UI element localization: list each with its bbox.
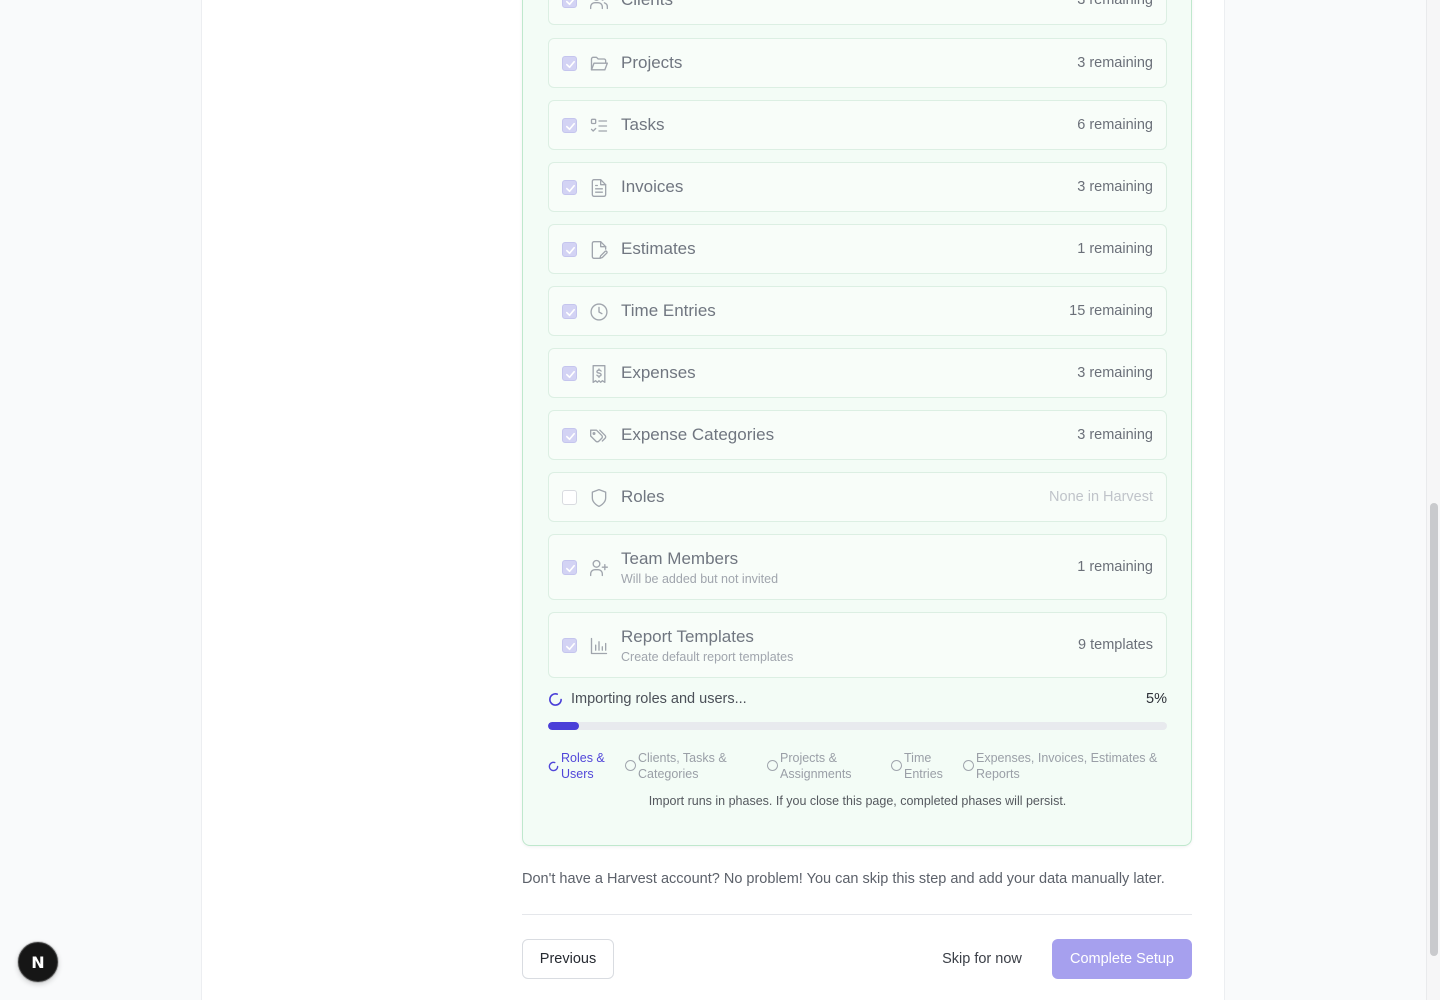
expense-categories-checkbox[interactable] [562,428,577,443]
import-item-count: 3 remaining [1077,0,1153,8]
clock-icon [589,302,609,322]
import-item-count: 3 remaining [1077,427,1153,443]
import-item-projects[interactable]: Projects 3 remaining [548,38,1167,88]
file-pen-icon [589,240,609,260]
file-text-icon [589,178,609,198]
import-item-count: 9 templates [1078,637,1153,653]
import-item-count: 1 remaining [1077,241,1153,257]
import-item-label: Expenses [621,363,696,382]
phase-label: Expenses, Invoices, Estimates & Reports [976,751,1158,781]
phase-pending-icon [767,760,778,771]
clients-checkbox[interactable] [562,0,577,8]
import-item-label: Clients [621,0,673,10]
phase-pending-icon [625,760,636,771]
projects-checkbox[interactable] [562,56,577,71]
time-entries-checkbox[interactable] [562,304,577,319]
folder-icon [589,54,609,74]
import-item-team-members[interactable]: Team Members Will be added but not invit… [548,534,1167,600]
progress-bar [548,722,1167,730]
import-item-expense-categories[interactable]: Expense Categories 3 remaining [548,410,1167,460]
import-item-label: Roles [621,487,665,506]
expenses-checkbox[interactable] [562,366,577,381]
import-item-expenses[interactable]: Expenses 3 remaining [548,348,1167,398]
list-checks-icon [589,116,609,136]
import-item-roles[interactable]: Roles None in Harvest [548,472,1167,522]
estimates-checkbox[interactable] [562,242,577,257]
import-item-label: Expense Categories [621,425,775,444]
import-percent: 5% [1146,691,1167,707]
import-item-count: 3 remaining [1077,365,1153,381]
import-item-sublabel: Create default report templates [621,650,794,664]
import-item-label: Projects [621,53,683,72]
progress-bar-fill [548,722,579,730]
skip-button[interactable]: Skip for now [927,939,1037,979]
user-plus-icon [589,558,609,578]
scrollbar-thumb[interactable] [1430,503,1438,956]
import-item-label: Time Entries [621,301,716,320]
phase-label: Clients, Tasks & Categories [638,751,727,781]
loading-spinner-icon [548,692,563,707]
import-item-invoices[interactable]: Invoices 3 remaining [548,162,1167,212]
import-item-count: 3 remaining [1077,55,1153,71]
bar-chart-icon [589,636,609,656]
import-item-count: 3 remaining [1077,179,1153,195]
import-item-label: Estimates [621,239,696,258]
previous-button[interactable]: Previous [522,939,614,979]
import-item-label: Report Templates [621,627,754,646]
import-item-count: 1 remaining [1077,559,1153,575]
report-templates-checkbox[interactable] [562,638,577,653]
divider [522,914,1192,915]
phase-note: Import runs in phases. If you close this… [648,794,1067,808]
complete-setup-button[interactable]: Complete Setup [1052,939,1192,979]
import-item-label: Invoices [621,177,684,196]
import-item-sublabel: Will be added but not invited [621,572,779,586]
phase-label: Roles & Users [561,751,605,781]
tasks-checkbox[interactable] [562,118,577,133]
phase-pending-icon [963,760,974,771]
import-item-count: 15 remaining [1069,303,1153,319]
import-item-time-entries[interactable]: Time Entries 15 remaining [548,286,1167,336]
receipt-dollar-icon [589,364,609,384]
phase-spinner-icon [548,760,559,772]
roles-checkbox[interactable] [562,490,577,505]
import-status-text: Importing roles and users... [571,691,747,707]
import-item-label: Tasks [621,115,665,134]
shield-icon [589,488,609,508]
import-item-report-templates[interactable]: Report Templates Create default report t… [548,612,1167,678]
import-item-count: None in Harvest [1049,489,1153,505]
import-item-clients[interactable]: Clients 3 remaining [548,0,1167,25]
tags-icon [589,426,609,446]
import-item-tasks[interactable]: Tasks 6 remaining [548,100,1167,150]
users-icon [589,0,609,11]
import-panel: Clients 3 remaining Projects 3 remaining… [522,0,1192,846]
import-item-estimates[interactable]: Estimates 1 remaining [548,224,1167,274]
phase-label: Time Entries [904,751,943,781]
import-item-count: 6 remaining [1077,117,1153,133]
invoices-checkbox[interactable] [562,180,577,195]
phase-pending-icon [891,760,902,771]
skip-help-text: Don't have a Harvest account? No problem… [522,871,1165,887]
phase-label: Projects & Assignments [780,751,852,781]
import-item-label: Team Members [621,549,739,568]
team-members-checkbox[interactable] [562,560,577,575]
nextjs-dev-badge[interactable]: N [18,942,58,982]
scrollbar[interactable] [1426,0,1440,1000]
